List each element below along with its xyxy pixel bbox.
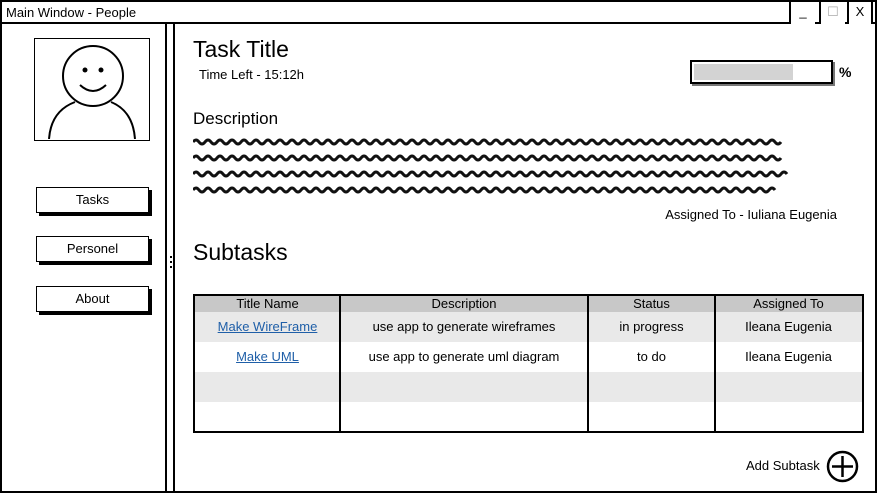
description-text-placeholder — [193, 186, 777, 194]
add-subtask-label: Add Subtask — [746, 458, 820, 473]
minimize-button[interactable]: _ — [789, 2, 815, 24]
subtask-status-cell: in progress — [619, 319, 684, 334]
title-bar: Main Window - People _ ☐ X — [2, 2, 875, 24]
sidebar-item-about[interactable]: About — [36, 286, 149, 312]
table-row-empty — [195, 372, 862, 402]
subtasks-heading: Subtasks — [193, 239, 288, 265]
subtask-assigned-cell: Ileana Eugenia — [745, 319, 832, 334]
subtasks-table: Title Name Description Status Assigned T… — [193, 294, 864, 433]
maximize-button[interactable]: ☐ — [819, 2, 845, 24]
time-left: Time Left - 15:12h — [199, 67, 305, 82]
table-row[interactable]: Make UML use app to generate uml diagram… — [195, 342, 862, 372]
progress-unit: % — [839, 64, 852, 80]
window-title: Main Window - People — [6, 5, 137, 20]
description-text-placeholder — [193, 154, 783, 162]
column-header-assigned: Assigned To — [715, 296, 862, 312]
avatar — [34, 38, 150, 141]
description-text-placeholder — [193, 170, 789, 178]
subtask-description-cell: use app to generate wireframes — [372, 319, 556, 334]
column-divider — [339, 296, 341, 431]
sidebar-item-tasks[interactable]: Tasks — [36, 187, 149, 213]
close-button[interactable]: X — [847, 2, 873, 24]
subtask-assigned-cell: Ileana Eugenia — [745, 349, 832, 364]
table-row-empty — [195, 402, 862, 431]
subtask-status-cell: to do — [637, 349, 666, 364]
column-divider — [714, 296, 716, 431]
person-avatar-icon — [48, 45, 136, 140]
table-row[interactable]: Make WireFrame use app to generate wiref… — [195, 312, 862, 342]
column-header-title: Title Name — [195, 296, 340, 312]
subtask-description-cell: use app to generate uml diagram — [368, 349, 560, 364]
description-heading: Description — [193, 109, 279, 128]
subtask-title-cell[interactable]: Make WireFrame — [195, 312, 340, 342]
subtask-title-cell[interactable]: Make UML — [195, 342, 340, 372]
column-header-description: Description — [340, 296, 588, 312]
main-panel: Task Title Time Left - 15:12h % Descript… — [175, 24, 875, 491]
plus-circle-icon[interactable] — [826, 450, 859, 483]
main-window: Main Window - People _ ☐ X Tasks Persone… — [0, 0, 877, 493]
progress-bar — [690, 60, 833, 84]
progress-fill — [694, 64, 793, 80]
sidebar-item-personel[interactable]: Personel — [36, 236, 149, 262]
column-header-status: Status — [588, 296, 715, 312]
subtask-title-link[interactable]: Make WireFrame — [218, 319, 318, 334]
subtask-title-link[interactable]: Make UML — [236, 349, 299, 364]
task-title: Task Title — [193, 36, 289, 62]
sidebar: Tasks Personel About — [2, 24, 167, 491]
assigned-to: Assigned To - Iuliana Eugenia — [665, 207, 837, 222]
column-divider — [587, 296, 589, 431]
description-text-placeholder — [193, 138, 783, 146]
